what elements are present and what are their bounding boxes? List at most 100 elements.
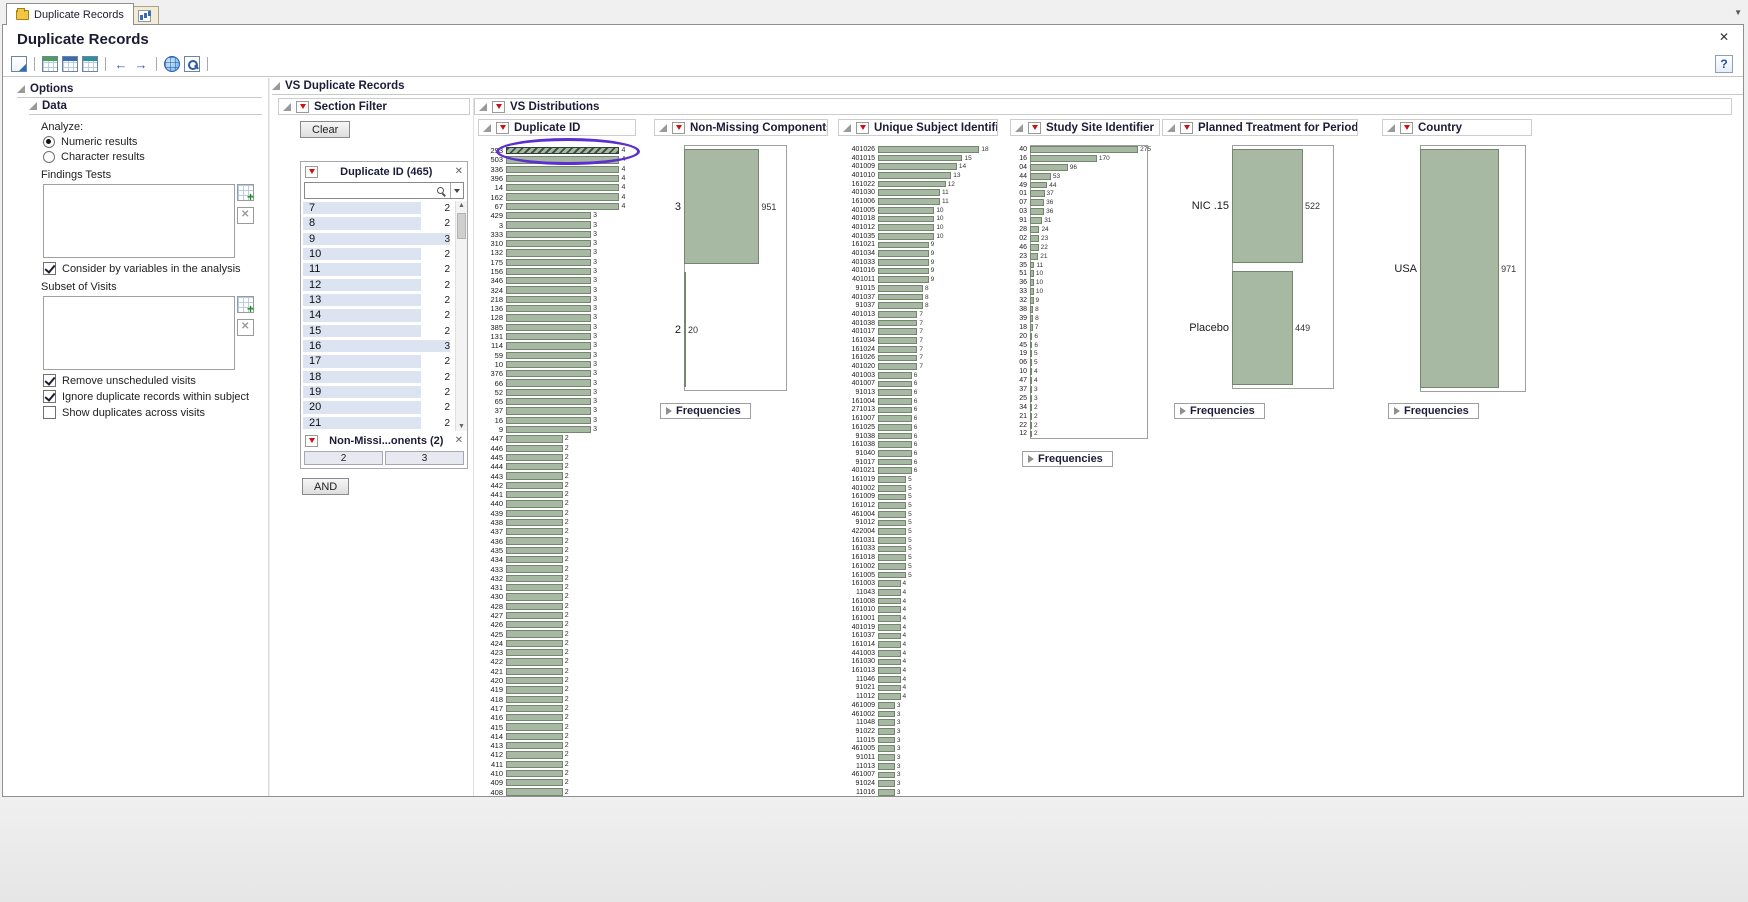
planned-treatment-chart-header[interactable]: Planned Treatment for Period 01 <box>1162 119 1358 136</box>
disclosure-open-icon[interactable] <box>843 124 851 132</box>
chart-bar-row[interactable]: Placebo449 <box>1166 267 1320 389</box>
chart-bar-row[interactable]: 4222 <box>476 657 625 666</box>
filter-search-input[interactable] <box>305 185 437 196</box>
chart-bar-row[interactable]: 2710136 <box>844 406 989 415</box>
chart-bar-row[interactable]: 2321 <box>1014 252 1151 261</box>
chart-bar-row[interactable]: 065 <box>1014 358 1151 367</box>
chart-bar-row[interactable]: 910406 <box>844 449 989 458</box>
chart-bar-row[interactable]: 1753 <box>476 258 625 267</box>
chart-bar-row[interactable]: 220 <box>656 268 776 391</box>
chart-bar-row[interactable]: 910136 <box>844 388 989 397</box>
frequencies-button-planned-treatment[interactable]: Frequencies <box>1174 403 1265 419</box>
chart-bar-row[interactable]: 1610144 <box>844 640 989 649</box>
filter-row[interactable]: 93 <box>303 232 467 247</box>
chart-bar-row[interactable]: 195 <box>1014 349 1151 358</box>
chart-bar-row[interactable]: 4010169 <box>844 267 989 276</box>
chart-bar-row[interactable]: 1610185 <box>844 553 989 562</box>
chart-bar-row[interactable]: 4112 <box>476 760 625 769</box>
study-site-identifier-chart[interactable]: 4027516170049644534944013707360336913128… <box>1014 145 1151 438</box>
checkbox-show-duplicates-across-visits[interactable]: Show duplicates across visits <box>43 406 262 419</box>
radio-icon[interactable] <box>43 136 55 148</box>
chart-bar-row[interactable]: 910243 <box>844 779 989 788</box>
filter-row[interactable]: 142 <box>303 308 467 323</box>
chart-bar-row[interactable]: 253 <box>1014 394 1151 403</box>
chart-bar-row[interactable]: 1610025 <box>844 562 989 571</box>
chart-bar-row[interactable]: 4082 <box>476 787 625 796</box>
chart-bar-row[interactable]: 373 <box>476 406 625 415</box>
chart-bar-row[interactable]: 1610195 <box>844 475 989 484</box>
chart-bar-row[interactable]: 4220045 <box>844 527 989 536</box>
chart-bar-row[interactable]: 5110 <box>1014 269 1151 278</box>
chart-bar-row[interactable]: 329 <box>1014 296 1151 305</box>
disclosure-closed-icon[interactable] <box>1028 455 1034 463</box>
frequencies-button-country[interactable]: Frequencies <box>1388 403 1479 419</box>
chart-bar-row[interactable]: NIC .15522 <box>1166 145 1320 267</box>
chart-bar-row[interactable]: 144 <box>476 183 625 192</box>
close-icon[interactable]: ✕ <box>1719 30 1729 44</box>
chart-bar-row[interactable]: 1610014 <box>844 614 989 623</box>
disclosure-open-icon[interactable] <box>483 124 491 132</box>
section-filter-header[interactable]: Section Filter <box>278 98 470 115</box>
filter-row[interactable]: 152 <box>303 324 467 339</box>
chart-bar-row[interactable]: 523 <box>476 388 625 397</box>
chart-bar-row[interactable]: 4610073 <box>844 771 989 780</box>
chart-bar-row[interactable]: 4122 <box>476 750 625 759</box>
clear-list-button[interactable] <box>237 207 254 224</box>
red-triangle-menu-icon[interactable] <box>856 122 869 134</box>
chart-bar-row[interactable]: 103 <box>476 360 625 369</box>
red-triangle-menu-icon[interactable] <box>305 435 318 447</box>
filter-row[interactable]: 202 <box>303 400 467 415</box>
disclosure-closed-icon[interactable] <box>1394 407 1400 415</box>
radio-icon[interactable] <box>43 151 55 163</box>
chart-bar-row[interactable]: 4312 <box>476 583 625 592</box>
checkbox-icon[interactable] <box>43 406 56 419</box>
non-missing-components-chart[interactable]: 3951220 <box>656 145 776 391</box>
chart-bar-row[interactable]: 104 <box>1014 367 1151 376</box>
filter-row[interactable]: 163 <box>303 339 467 354</box>
chart-bar-row[interactable]: 4192 <box>476 685 625 694</box>
datatable-blue-icon[interactable] <box>62 56 78 72</box>
country-chart-header[interactable]: Country <box>1382 119 1532 136</box>
chart-bar-row[interactable]: 1283 <box>476 313 625 322</box>
chart-bar-row[interactable]: 0736 <box>1014 198 1151 207</box>
chart-bar-row[interactable]: 4944 <box>1014 181 1151 190</box>
and-button[interactable]: AND <box>302 478 349 495</box>
red-triangle-menu-icon[interactable] <box>672 122 685 134</box>
chart-bar-row[interactable]: 1610374 <box>844 632 989 641</box>
chart-bar-row[interactable]: 4272 <box>476 611 625 620</box>
chart-bar-row[interactable]: 1610084 <box>844 597 989 606</box>
chart-bar-row[interactable]: 4172 <box>476 704 625 713</box>
chart-bar-row[interactable]: 33 <box>476 220 625 229</box>
chart-bar-row[interactable]: 674 <box>476 202 625 211</box>
chart-bar-row[interactable]: 910386 <box>844 432 989 441</box>
checkbox-icon[interactable] <box>43 262 56 275</box>
chart-bar-row[interactable]: 40101515 <box>844 154 989 163</box>
chart-bar-row[interactable]: 3243 <box>476 285 625 294</box>
study-site-identifier-chart-header[interactable]: Study Site Identifier <box>1010 119 1160 136</box>
chart-bar-row[interactable]: 4010339 <box>844 258 989 267</box>
chart-bar-row[interactable]: 4010076 <box>844 380 989 389</box>
chart-bar-row[interactable]: 4422 <box>476 481 625 490</box>
chart-bar-row[interactable]: 3333 <box>476 230 625 239</box>
chart-bar-row[interactable]: 474 <box>1014 376 1151 385</box>
chart-bar-row[interactable]: 1610076 <box>844 414 989 423</box>
chart-bar-row[interactable]: 1363 <box>476 304 625 313</box>
chart-bar-row[interactable]: 40103011 <box>844 188 989 197</box>
chart-bar-row[interactable]: 4010137 <box>844 310 989 319</box>
chart-bar-row[interactable]: 4322 <box>476 574 625 583</box>
disclosure-closed-icon[interactable] <box>666 407 672 415</box>
chart-bar-row[interactable]: 4342 <box>476 555 625 564</box>
tab-duplicate-records[interactable]: Duplicate Records <box>6 3 134 25</box>
chart-bar-row[interactable]: 1313 <box>476 332 625 341</box>
chart-bar-row[interactable]: 4432 <box>476 471 625 480</box>
forward-icon[interactable]: → <box>133 56 149 72</box>
checkbox-icon[interactable] <box>43 374 56 387</box>
chart-bar-row[interactable]: 4453 <box>1014 172 1151 181</box>
chart-bar-row[interactable]: 9131 <box>1014 216 1151 225</box>
filter-value-3[interactable]: 3 <box>385 451 464 465</box>
chart-bar-row[interactable]: 1563 <box>476 267 625 276</box>
chart-bar-row[interactable]: 4010216 <box>844 466 989 475</box>
chart-bar-row[interactable]: 4010207 <box>844 362 989 371</box>
radio-numeric-results[interactable]: Numeric results <box>43 136 262 148</box>
chart-bar-row[interactable]: 4372 <box>476 527 625 536</box>
